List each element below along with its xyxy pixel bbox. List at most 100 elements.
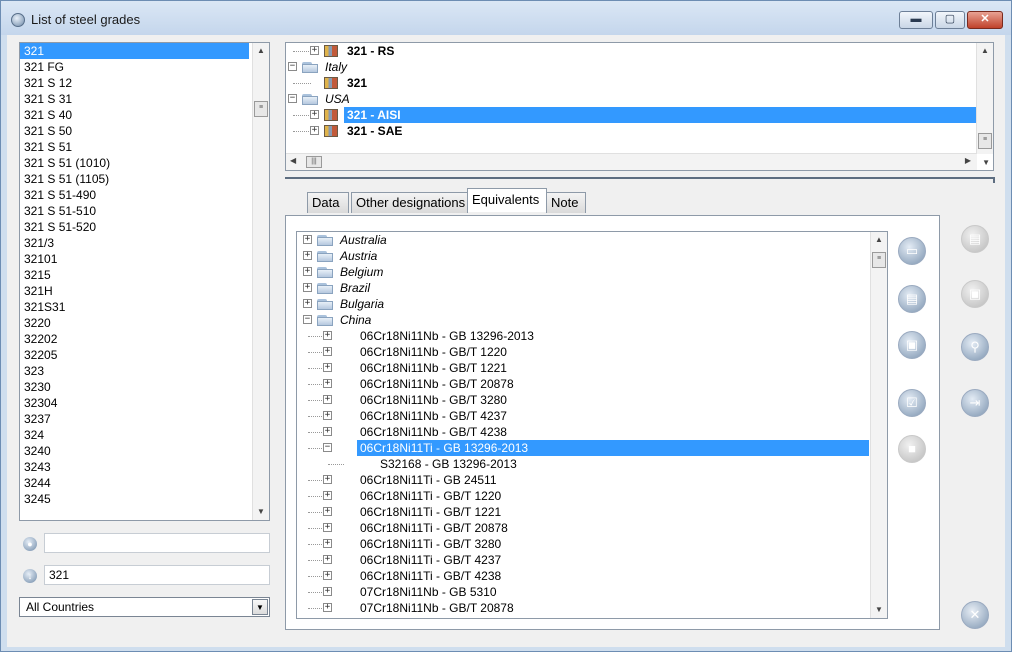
- tree-node-label[interactable]: 06Cr18Ni11Ti - GB/T 1221: [357, 504, 504, 520]
- tree-node-label[interactable]: USA: [322, 91, 353, 107]
- tree-node-label[interactable]: Australia: [337, 232, 390, 248]
- expand-icon[interactable]: +: [310, 46, 319, 55]
- expand-icon[interactable]: +: [303, 235, 312, 244]
- tree-node-label[interactable]: 07Cr18Ni11Nb - GB/T 20878: [357, 600, 517, 616]
- scroll-down-arrow-icon[interactable]: ▼: [253, 504, 269, 520]
- grade-field[interactable]: 321: [44, 565, 270, 585]
- scroll-down-arrow-icon[interactable]: ▼: [871, 602, 887, 618]
- tree-node-label[interactable]: 06Cr18Ni11Ti - GB/T 4238: [357, 568, 504, 584]
- exit-button[interactable]: ✕: [961, 601, 989, 629]
- grades-list-item[interactable]: 321 S 51-510: [20, 203, 269, 219]
- scroll-up-arrow-icon[interactable]: ▲: [253, 43, 269, 59]
- tree-node-label[interactable]: China: [337, 312, 374, 328]
- expand-icon[interactable]: +: [323, 331, 332, 340]
- grades-list-item[interactable]: 321 S 40: [20, 107, 269, 123]
- title-bar[interactable]: List of steel grades ▬ ▢ ✕: [1, 1, 1011, 35]
- equivalents-tree-scrollbar[interactable]: ▲ ≡ ▼: [870, 232, 887, 618]
- grades-list-item[interactable]: 321H: [20, 283, 269, 299]
- collapse-icon[interactable]: −: [288, 94, 297, 103]
- expand-icon[interactable]: +: [303, 299, 312, 308]
- collapse-icon[interactable]: −: [303, 315, 312, 324]
- grades-list-item[interactable]: 321 S 12: [20, 75, 269, 91]
- expand-icon[interactable]: +: [323, 379, 332, 388]
- check-button[interactable]: ☑: [898, 389, 926, 417]
- tree-node-label[interactable]: 07Cr18Ni11Nb - GB 5310: [357, 584, 500, 600]
- grades-list-item[interactable]: 32304: [20, 395, 269, 411]
- country-filter-select[interactable]: All Countries ▼: [19, 597, 270, 617]
- expand-icon[interactable]: +: [323, 411, 332, 420]
- expand-icon[interactable]: +: [323, 427, 332, 436]
- expand-icon[interactable]: +: [323, 491, 332, 500]
- tree-node-label[interactable]: 06Cr18Ni11Nb - GB/T 20878: [357, 376, 517, 392]
- tree-node-label[interactable]: 06Cr18Ni11Nb - GB/T 3280: [357, 392, 510, 408]
- tree-node-label[interactable]: 06Cr18Ni11Nb - GB/T 4237: [357, 408, 510, 424]
- expand-icon[interactable]: +: [303, 283, 312, 292]
- scroll-up-arrow-icon[interactable]: ▲: [977, 43, 993, 59]
- tab-other-designations[interactable]: Other designations: [351, 192, 468, 213]
- tree-node-label[interactable]: Austria: [337, 248, 380, 264]
- chevron-down-icon[interactable]: ▼: [252, 599, 268, 615]
- grades-list-item[interactable]: 321 S 51 (1010): [20, 155, 269, 171]
- tree-node-label[interactable]: 06Cr18Ni11Ti - GB/T 3280: [357, 536, 504, 552]
- scroll-thumb[interactable]: ≡: [872, 252, 886, 268]
- grades-list-item[interactable]: 3244: [20, 475, 269, 491]
- grades-list-item[interactable]: 3243: [20, 459, 269, 475]
- scroll-thumb[interactable]: ≡: [978, 133, 992, 149]
- grades-list-item[interactable]: 321: [20, 43, 249, 59]
- grades-list-item[interactable]: 32202: [20, 331, 269, 347]
- expand-icon[interactable]: +: [303, 267, 312, 276]
- grades-list-item[interactable]: 321 S 51: [20, 139, 269, 155]
- tree-node-label[interactable]: 321: [344, 75, 370, 91]
- expand-icon[interactable]: +: [323, 523, 332, 532]
- tree-node-label[interactable]: 06Cr18Ni11Nb - GB/T 4238: [357, 424, 510, 440]
- grades-list-item[interactable]: 3230: [20, 379, 269, 395]
- tree-node-label[interactable]: Brazil: [337, 280, 373, 296]
- scroll-down-arrow-icon[interactable]: ▼: [982, 158, 990, 167]
- grades-list-item[interactable]: 321S31: [20, 299, 269, 315]
- expand-icon[interactable]: +: [323, 363, 332, 372]
- grades-list-item[interactable]: 3220: [20, 315, 269, 331]
- panel-splitter[interactable]: [285, 177, 995, 183]
- tree-node-label[interactable]: 06Cr18Ni11Nb - GB/T 1220: [357, 344, 510, 360]
- tab-note[interactable]: Note: [546, 192, 586, 213]
- tab-data[interactable]: Data: [307, 192, 349, 213]
- expand-icon[interactable]: +: [323, 587, 332, 596]
- grades-list-item[interactable]: 324: [20, 427, 269, 443]
- equivalents-tree[interactable]: + Australia + Austria + Belgium + Brazil + Bulgar…: [296, 231, 888, 619]
- expand-icon[interactable]: +: [323, 475, 332, 484]
- grades-list-scrollbar[interactable]: ▲ ≡ ▼: [252, 43, 269, 520]
- grades-list-item[interactable]: 32205: [20, 347, 269, 363]
- open-folder-button[interactable]: ▭: [898, 237, 926, 265]
- tree-node-label[interactable]: 06Cr18Ni11Ti - GB/T 4237: [357, 552, 504, 568]
- scroll-right-arrow-icon[interactable]: ▶: [965, 156, 971, 165]
- save-button[interactable]: ▣: [898, 331, 926, 359]
- grades-list-item[interactable]: 321 S 50: [20, 123, 269, 139]
- grades-list[interactable]: 321 321 FG 321 S 12 321 S 31 321 S 40 321 S 5…: [19, 42, 270, 521]
- expand-icon[interactable]: +: [303, 251, 312, 260]
- expand-icon[interactable]: +: [310, 126, 319, 135]
- tree-node-label[interactable]: 321 - RS: [344, 43, 397, 59]
- tree-node-label[interactable]: Belgium: [337, 264, 386, 280]
- search-input[interactable]: [44, 533, 270, 553]
- grades-list-item[interactable]: 3240: [20, 443, 269, 459]
- grades-list-item[interactable]: 323: [20, 363, 269, 379]
- tree-node-label[interactable]: 06Cr18Ni11Nb - GB 13296-2013: [357, 328, 537, 344]
- grades-list-item[interactable]: 321 S 51 (1105): [20, 171, 269, 187]
- scroll-left-arrow-icon[interactable]: ◀: [290, 156, 296, 165]
- grades-list-item[interactable]: 321 S 51-520: [20, 219, 269, 235]
- tree-node-label[interactable]: Italy: [322, 59, 350, 75]
- tab-equivalents[interactable]: Equivalents: [467, 188, 547, 212]
- tree-node-label[interactable]: S32168 - GB 13296-2013: [377, 456, 520, 472]
- hscroll-thumb[interactable]: |||: [306, 156, 322, 168]
- collapse-icon[interactable]: −: [323, 443, 332, 452]
- tree-node-label[interactable]: 06Cr18Ni11Nb - GB/T 1221: [357, 360, 510, 376]
- expand-icon[interactable]: +: [323, 571, 332, 580]
- expand-icon[interactable]: +: [323, 539, 332, 548]
- grades-list-item[interactable]: 3215: [20, 267, 269, 283]
- expand-icon[interactable]: +: [323, 555, 332, 564]
- minimize-button[interactable]: ▬: [899, 11, 933, 29]
- scroll-up-arrow-icon[interactable]: ▲: [871, 232, 887, 248]
- tree-node-label[interactable]: 321 - AISI: [344, 107, 976, 123]
- export-side-button[interactable]: ⇥: [961, 389, 989, 417]
- grades-list-item[interactable]: 3245: [20, 491, 269, 507]
